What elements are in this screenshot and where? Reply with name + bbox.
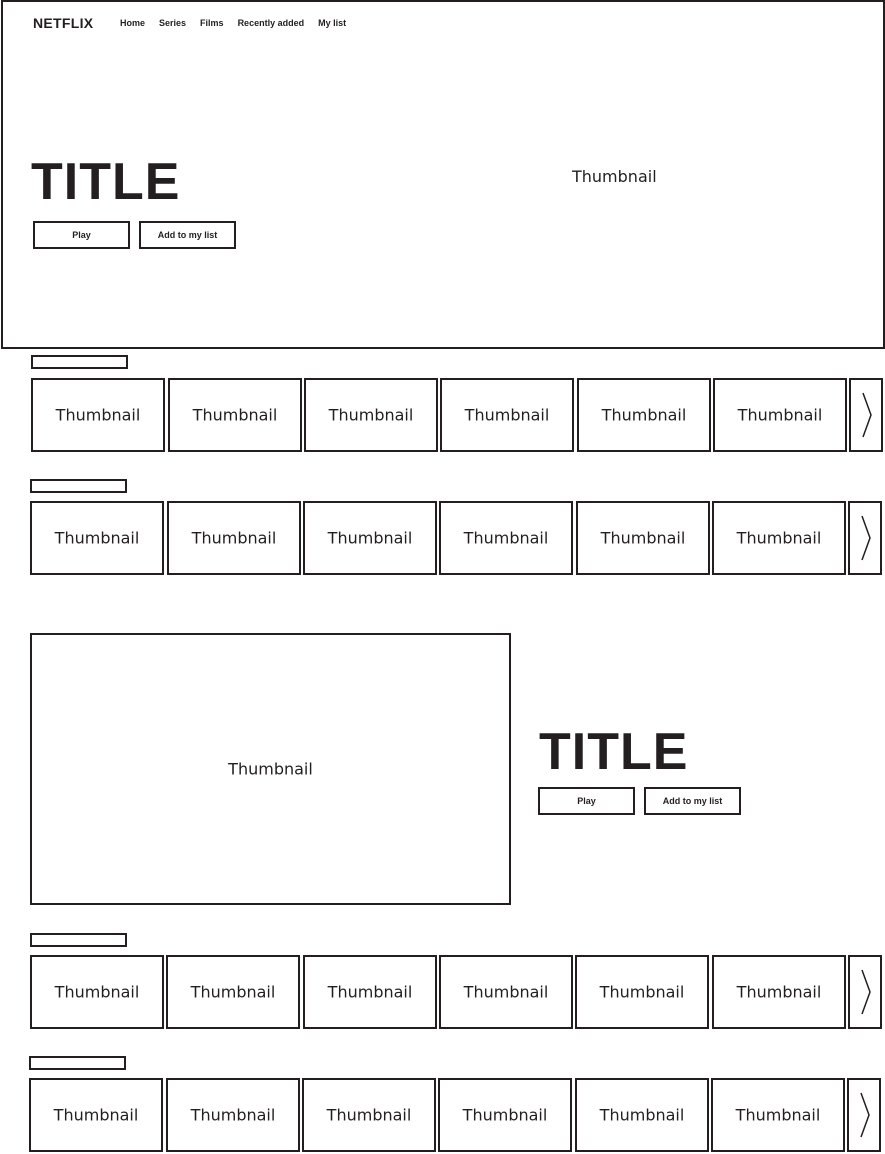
thumbnail-tile[interactable]: Thumbnail: [713, 378, 847, 452]
thumbnail-tile[interactable]: Thumbnail: [576, 501, 710, 575]
nav-item-recently-added[interactable]: Recently added: [238, 18, 305, 28]
row-next-button[interactable]: [848, 955, 882, 1029]
row-next-button[interactable]: [849, 378, 883, 452]
thumbnail-tile[interactable]: Thumbnail: [439, 955, 573, 1029]
thumbnail-tile[interactable]: Thumbnail: [577, 378, 711, 452]
thumbnail-tile[interactable]: Thumbnail: [302, 1078, 436, 1152]
chevron-right-icon: [862, 392, 872, 438]
nav-item-my-list[interactable]: My list: [318, 18, 346, 28]
hero-play-button[interactable]: Play: [33, 221, 130, 249]
chevron-right-icon: [860, 1092, 870, 1138]
thumbnail-tile[interactable]: Thumbnail: [166, 955, 300, 1029]
thumbnail-tile[interactable]: Thumbnail: [712, 501, 846, 575]
feature-thumbnail[interactable]: Thumbnail: [30, 633, 511, 905]
thumbnail-tile[interactable]: Thumbnail: [303, 955, 437, 1029]
row-next-button[interactable]: [848, 501, 882, 575]
nav-item-films[interactable]: Films: [200, 18, 224, 28]
thumbnail-tile[interactable]: Thumbnail: [304, 378, 438, 452]
thumbnail-tile[interactable]: Thumbnail: [29, 1078, 163, 1152]
row-next-button[interactable]: [847, 1078, 881, 1152]
thumbnail-tile[interactable]: Thumbnail: [168, 378, 302, 452]
thumbnail-tile[interactable]: Thumbnail: [31, 378, 165, 452]
thumbnail-tile[interactable]: Thumbnail: [440, 378, 574, 452]
hero-title: TITLE: [31, 153, 181, 211]
chevron-right-icon: [861, 969, 871, 1015]
feature-title: TITLE: [539, 723, 689, 781]
feature-play-button[interactable]: Play: [538, 787, 635, 815]
feature-add-to-list-button[interactable]: Add to my list: [644, 787, 741, 815]
thumbnail-tile[interactable]: Thumbnail: [438, 1078, 572, 1152]
nav-item-series[interactable]: Series: [159, 18, 186, 28]
row-label-placeholder: [30, 933, 127, 947]
thumbnail-tile[interactable]: Thumbnail: [167, 501, 301, 575]
thumbnail-tile[interactable]: Thumbnail: [712, 955, 846, 1029]
chevron-right-icon: [861, 515, 871, 561]
thumbnail-tile[interactable]: Thumbnail: [303, 501, 437, 575]
hero-banner: NETFLIX Home Series Films Recently added…: [1, 0, 885, 349]
row-label-placeholder: [29, 1056, 126, 1070]
netflix-logo[interactable]: NETFLIX: [33, 15, 93, 31]
hero-thumbnail: Thumbnail: [572, 167, 657, 186]
thumbnail-tile[interactable]: Thumbnail: [30, 955, 164, 1029]
row-label-placeholder: [31, 355, 128, 369]
thumbnail-tile[interactable]: Thumbnail: [166, 1078, 300, 1152]
hero-add-to-list-button[interactable]: Add to my list: [139, 221, 236, 249]
row-label-placeholder: [30, 479, 127, 493]
thumbnail-tile[interactable]: Thumbnail: [439, 501, 573, 575]
main-nav: Home Series Films Recently added My list: [120, 18, 360, 28]
thumbnail-tile[interactable]: Thumbnail: [30, 501, 164, 575]
thumbnail-tile[interactable]: Thumbnail: [575, 955, 709, 1029]
thumbnail-tile[interactable]: Thumbnail: [575, 1078, 709, 1152]
nav-item-home[interactable]: Home: [120, 18, 145, 28]
thumbnail-tile[interactable]: Thumbnail: [711, 1078, 845, 1152]
